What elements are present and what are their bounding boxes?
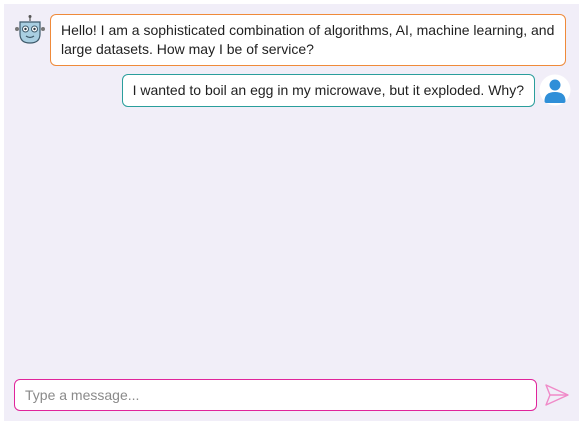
user-message-text: I wanted to boil an egg in my microwave,…	[132, 82, 524, 98]
user-message-bubble: I wanted to boil an egg in my microwave,…	[121, 74, 535, 107]
send-button[interactable]	[544, 383, 570, 407]
user-message: I wanted to boil an egg in my microwave,…	[121, 74, 571, 107]
chat-window: Hello! I am a sophisticated combination …	[4, 4, 579, 421]
bot-message-bubble: Hello! I am a sophisticated combination …	[50, 14, 566, 66]
bot-message: Hello! I am a sophisticated combination …	[14, 14, 566, 66]
bot-message-text: Hello! I am a sophisticated combination …	[61, 22, 555, 57]
message-input[interactable]	[15, 387, 536, 403]
send-icon	[545, 384, 569, 406]
user-icon	[539, 74, 571, 106]
robot-icon	[14, 14, 46, 46]
message-input-box[interactable]	[14, 379, 537, 411]
